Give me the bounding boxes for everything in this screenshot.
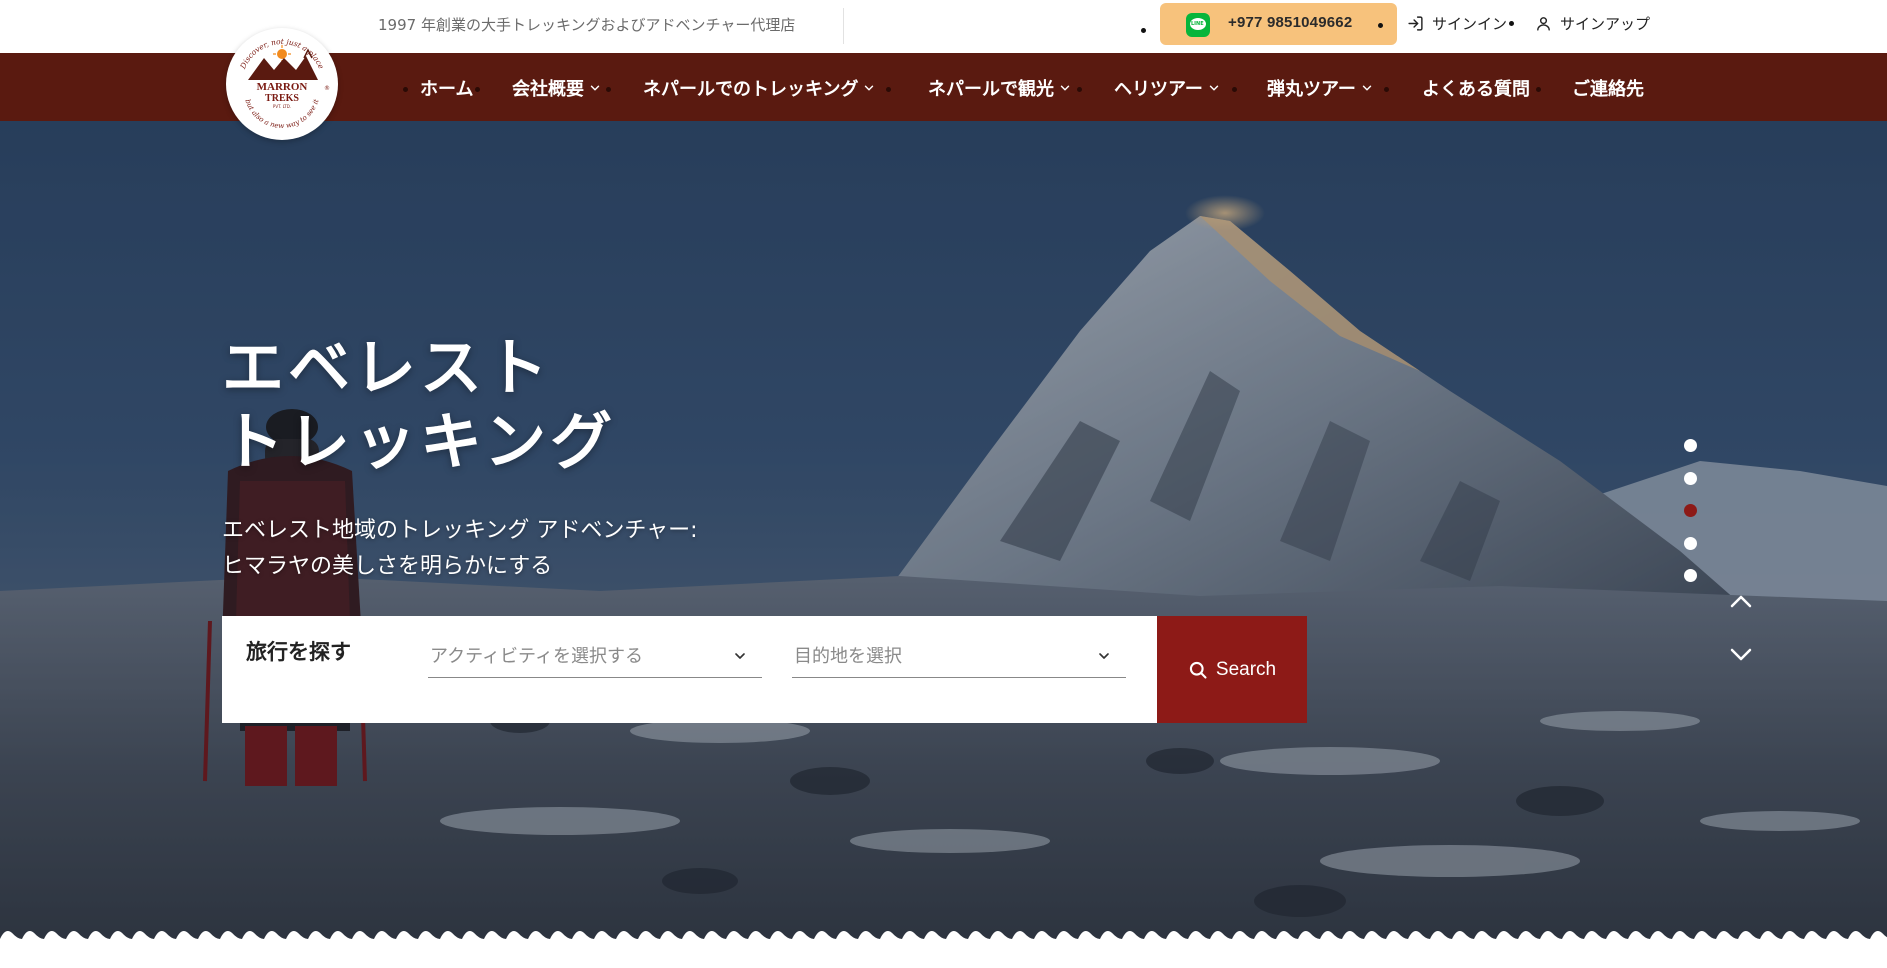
bullet-dot bbox=[1509, 21, 1514, 26]
logo-brand-line3: PVT. LTD. bbox=[273, 104, 291, 109]
nav-item-label: ホーム bbox=[420, 79, 474, 100]
nav-item-contact[interactable]: ご連絡先 bbox=[1572, 75, 1644, 101]
nav-item-label: ネパールでのトレッキング bbox=[643, 79, 859, 100]
nav-item-label: 会社概要 bbox=[512, 79, 584, 100]
signin-link[interactable]: サインイン bbox=[1407, 13, 1507, 34]
nav-item-short-tours[interactable]: 弾丸ツアー bbox=[1267, 75, 1374, 101]
phone-number: +977 9851049662 bbox=[1228, 14, 1353, 31]
search-button[interactable]: Search bbox=[1157, 616, 1307, 723]
bullet-dot bbox=[1378, 23, 1383, 28]
signup-link[interactable]: サインアップ bbox=[1535, 13, 1650, 34]
nav-item-label: ご連絡先 bbox=[1572, 79, 1644, 100]
logo-registered-mark: ® bbox=[324, 85, 330, 92]
nav-separator-dot bbox=[403, 87, 408, 92]
tagline-divider bbox=[843, 8, 844, 44]
chevron-down-icon bbox=[590, 85, 600, 91]
hero-subtitle: エベレスト地域のトレッキング アドベンチャー: ヒマラヤの美しさを明らかにする bbox=[222, 513, 698, 585]
nav-item-label: ヘリツアー bbox=[1114, 79, 1203, 100]
nav-separator-dot bbox=[606, 87, 611, 92]
activity-select-placeholder: アクティビティを選択する bbox=[430, 646, 643, 667]
nav-item-trekking[interactable]: ネパールでのトレッキング bbox=[643, 75, 876, 101]
slider-dot[interactable] bbox=[1684, 471, 1697, 485]
logo-brand-line2: TREKS bbox=[265, 93, 299, 104]
nav-item-label: 弾丸ツアー bbox=[1267, 79, 1356, 100]
slider-dot[interactable] bbox=[1684, 569, 1697, 582]
hero-section: エベレスト トレッキング エベレスト地域のトレッキング アドベンチャー: ヒマラ… bbox=[0, 121, 1887, 968]
chevron-down-icon bbox=[735, 653, 745, 659]
nav-separator-dot bbox=[475, 87, 480, 92]
nav-item-about[interactable]: 会社概要 bbox=[512, 75, 602, 101]
slider-dot[interactable] bbox=[1684, 504, 1697, 517]
search-icon bbox=[1189, 661, 1207, 679]
nav-item-faq[interactable]: よくある質問 bbox=[1422, 75, 1530, 101]
nav-item-sightseeing[interactable]: ネパールで観光 bbox=[928, 75, 1072, 101]
slider-next-button[interactable] bbox=[1728, 645, 1754, 665]
slider-dot[interactable] bbox=[1684, 439, 1697, 452]
destination-select-placeholder: 目的地を選択 bbox=[794, 646, 902, 667]
slider-prev-button[interactable] bbox=[1728, 591, 1754, 611]
chevron-down-icon bbox=[865, 85, 874, 91]
hero-subtitle-line: エベレスト地域のトレッキング アドベンチャー: bbox=[222, 518, 698, 543]
nav-item-label: ネパールで観光 bbox=[928, 79, 1054, 100]
signup-label: サインアップ bbox=[1560, 15, 1651, 33]
nav-separator-dot bbox=[1077, 87, 1082, 92]
hero-subtitle-line: ヒマラヤの美しさを明らかにする bbox=[222, 554, 553, 579]
user-icon bbox=[1537, 17, 1550, 31]
slider-dot[interactable] bbox=[1684, 536, 1697, 550]
wave-divider bbox=[0, 931, 1887, 968]
line-app-icon: LINE bbox=[1186, 13, 1210, 37]
hero-title-line: エベレスト bbox=[222, 331, 553, 404]
search-button-label: Search bbox=[1215, 658, 1277, 680]
logo-emblem: Discover, not just a place but also a ne… bbox=[238, 37, 330, 130]
destination-select[interactable]: 目的地を選択 bbox=[792, 636, 1126, 678]
search-form-label: 旅行を探す bbox=[246, 640, 351, 664]
trip-search-form: 旅行を探す アクティビティを選択する 目的地を選択 bbox=[222, 616, 1157, 723]
site-logo[interactable]: Discover, not just a place but also a ne… bbox=[226, 28, 338, 140]
logo-brand-line1: MARRON bbox=[257, 81, 308, 93]
nav-item-label: よくある質問 bbox=[1422, 79, 1530, 100]
nav-separator-dot bbox=[1232, 87, 1237, 92]
chevron-down-icon bbox=[1099, 653, 1109, 659]
chevron-down-icon bbox=[1060, 85, 1070, 91]
phone-contact-button[interactable]: LINE +977 9851049662 bbox=[1160, 3, 1397, 45]
signin-label: サインイン bbox=[1432, 15, 1508, 33]
chevron-down-icon bbox=[1362, 85, 1372, 91]
nav-item-heli-tour[interactable]: ヘリツアー bbox=[1114, 75, 1221, 101]
login-icon bbox=[1408, 16, 1423, 31]
activity-select[interactable]: アクティビティを選択する bbox=[428, 636, 762, 678]
nav-separator-dot bbox=[1536, 87, 1541, 92]
nav-separator-dot bbox=[886, 87, 891, 92]
company-tagline: 1997 年創業の大手トレッキングおよびアドベンチャー代理店 bbox=[378, 16, 796, 34]
nav-item-home[interactable]: ホーム bbox=[420, 75, 473, 101]
bullet-dot bbox=[1141, 28, 1146, 33]
chevron-down-icon bbox=[1209, 85, 1219, 91]
nav-separator-dot bbox=[1384, 87, 1389, 92]
hero-title: エベレスト トレッキング bbox=[222, 331, 616, 479]
hero-title-line: トレッキング bbox=[222, 405, 617, 478]
